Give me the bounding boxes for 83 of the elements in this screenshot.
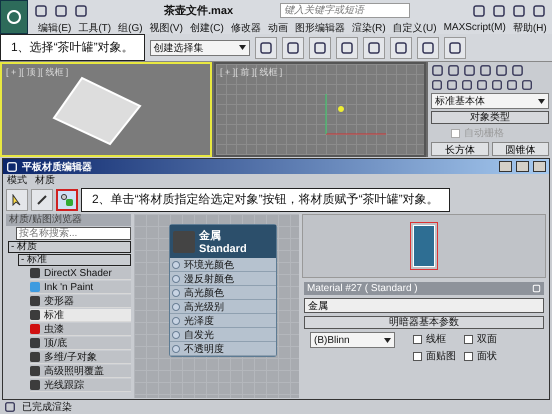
select-tool-button[interactable]: [6, 188, 28, 210]
rollout-header[interactable]: 对象类型: [431, 111, 549, 124]
material-list-item[interactable]: 虫漆: [30, 323, 131, 336]
checkbox-label: 线框: [426, 332, 446, 346]
shader-dropdown[interactable]: (B)Blinn: [310, 332, 395, 348]
category-dropdown[interactable]: 标准基本体: [431, 93, 549, 109]
material-list-item[interactable]: 变形器: [30, 295, 131, 308]
toolbar-button[interactable]: [308, 36, 331, 58]
slot-label: 环境光颜色: [184, 258, 234, 272]
object-button[interactable]: 长方体: [431, 142, 488, 156]
material-list-item[interactable]: 标准: [30, 309, 131, 322]
eyedropper-button[interactable]: [31, 188, 53, 210]
checkbox[interactable]: [413, 352, 422, 360]
material-list-item[interactable]: 多维/子对象: [30, 351, 131, 364]
toolbar-button[interactable]: [282, 36, 304, 58]
toolbar-button[interactable]: [336, 36, 358, 58]
node-thumbnail: [413, 225, 435, 267]
menu-item[interactable]: 帮助(H): [512, 20, 547, 34]
menu-item[interactable]: 视图(V): [150, 20, 183, 34]
app-logo[interactable]: [0, 0, 28, 34]
callout-note: 1、选择“茶叶罐”对象。: [0, 34, 145, 61]
toolbar-button[interactable]: [254, 36, 277, 58]
material-list-item[interactable]: 高级照明覆盖: [30, 365, 131, 378]
checkbox-label: 面贴图: [426, 350, 456, 363]
checkbox-label: 面状: [477, 350, 497, 363]
selection-set-dropdown[interactable]: 创建选择集: [150, 40, 250, 56]
menu-item[interactable]: 创建(C): [190, 20, 224, 34]
material-name-field[interactable]: 金属: [304, 298, 544, 313]
search-field[interactable]: 按名称搜索...: [16, 227, 131, 240]
material-list-item[interactable]: 顶/底: [30, 337, 131, 350]
menu-item[interactable]: 工具(T): [78, 20, 112, 34]
menu-item[interactable]: 模式: [7, 173, 27, 187]
minimize-button[interactable]: [499, 161, 512, 172]
menu-item[interactable]: 动画: [268, 20, 288, 34]
slot-label: 高光级别: [184, 300, 224, 314]
slot-label: 不透明度: [184, 342, 224, 356]
slot-label: 漫反射颜色: [184, 272, 234, 286]
node-title: 金属: [199, 228, 222, 243]
close-button[interactable]: [533, 161, 546, 172]
checkbox-label: 自动栅格: [464, 126, 504, 140]
menu-item[interactable]: 组(G): [118, 20, 143, 34]
slot-label: 光泽度: [184, 314, 214, 328]
group-header[interactable]: - 材质: [8, 241, 131, 253]
toolbar-button[interactable]: [390, 36, 412, 58]
caret-icon: [383, 336, 392, 344]
material-list-item[interactable]: Ink 'n Paint: [30, 281, 131, 294]
panel-title: Material #27 ( Standard ): [307, 283, 418, 294]
panel-title: 材质/贴图浏览器: [6, 214, 131, 226]
node-subtitle: Standard: [199, 243, 247, 255]
toolbar-button[interactable]: [416, 36, 439, 58]
maximize-button[interactable]: [516, 161, 529, 172]
assign-material-button[interactable]: [56, 188, 78, 210]
menu-item[interactable]: 渲染(R): [352, 20, 386, 34]
eyedropper-icon: [36, 194, 48, 206]
menu-item[interactable]: 修改器: [230, 20, 261, 34]
cursor-icon: [11, 194, 23, 206]
caret-icon: [537, 96, 546, 106]
status-text: 已完成渲染: [22, 400, 72, 414]
assign-material-icon: [60, 192, 74, 206]
slot-label: 自发光: [184, 328, 214, 342]
window-title: 茶壶文件.max: [164, 4, 234, 18]
menu-item[interactable]: 自定义(U): [392, 20, 437, 34]
menu-item[interactable]: 编辑(E): [38, 20, 72, 34]
window-title: 平板材质编辑器: [22, 160, 93, 174]
material-list-item[interactable]: 光线跟踪: [30, 379, 131, 392]
search-field[interactable]: 键入关键字或短语: [280, 3, 410, 18]
object-button[interactable]: 圆锥体: [492, 142, 549, 156]
material-node[interactable]: 金属 Standard 环境光颜色 漫反射颜色 高光颜色 高光级别 光泽度 自发光 不透明度: [169, 224, 277, 357]
menu-item[interactable]: 图形编辑器: [294, 20, 345, 34]
menu-item[interactable]: 材质: [35, 173, 55, 187]
callout-note: 2、单击“将材质指定给选定对象”按钮，将材质赋予“茶叶罐”对象。: [81, 188, 450, 212]
checkbox[interactable]: [464, 352, 473, 360]
material-list-item[interactable]: DirectX Shader: [30, 267, 131, 280]
toolbar-button[interactable]: [362, 36, 385, 58]
rollout-header[interactable]: 明暗器基本参数: [304, 316, 544, 329]
checkbox[interactable]: [413, 334, 422, 344]
toolbar-button[interactable]: [444, 36, 466, 58]
slot-label: 高光颜色: [184, 286, 224, 300]
caret-icon: [238, 43, 247, 52]
checkbox-label: 双面: [477, 333, 497, 346]
group-header[interactable]: - 标准: [18, 254, 131, 266]
checkbox[interactable]: [464, 334, 473, 344]
menu-item[interactable]: MAXScript(M): [444, 22, 506, 33]
